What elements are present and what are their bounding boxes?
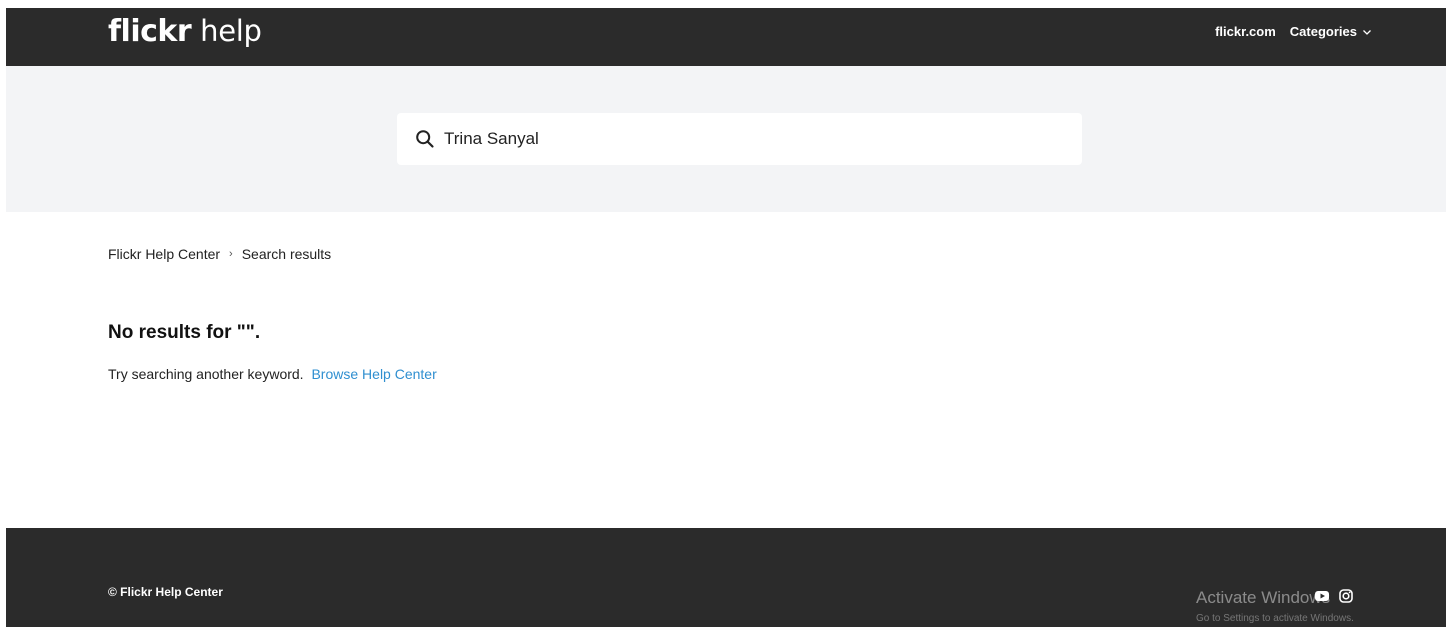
chevron-down-icon [1363, 29, 1371, 35]
youtube-icon[interactable] [1314, 588, 1330, 604]
logo-suffix: help [200, 14, 262, 48]
breadcrumb-current: Search results [241, 246, 332, 262]
results-message-line: Try searching another keyword. Browse He… [108, 366, 437, 382]
breadcrumb-home-link[interactable]: Flickr Help Center [108, 246, 220, 262]
flickr-com-link[interactable]: flickr.com [1215, 24, 1276, 39]
breadcrumb-separator: › [229, 248, 233, 260]
help-center-page: flickr help flickr.com Categories Flickr… [0, 0, 1454, 627]
search-section [6, 66, 1446, 212]
flickr-help-logo[interactable]: flickr help [108, 14, 262, 49]
footer-copyright: © Flickr Help Center [108, 585, 223, 599]
header-nav: flickr.com Categories [1215, 24, 1372, 39]
instagram-icon[interactable] [1338, 588, 1354, 604]
footer: © Flickr Help Center Activate Windows Go… [6, 528, 1446, 627]
top-header: flickr help flickr.com Categories [6, 8, 1446, 66]
activate-windows-subtitle: Go to Settings to activate Windows. [1196, 613, 1354, 624]
logo-brand: flickr [108, 14, 192, 49]
search-box[interactable] [397, 113, 1082, 165]
search-input[interactable] [444, 129, 1044, 149]
browse-help-center-link[interactable]: Browse Help Center [311, 366, 436, 382]
results-message: Try searching another keyword. [108, 366, 304, 382]
search-icon [416, 130, 434, 148]
breadcrumb: Flickr Help Center › Search results [108, 246, 331, 262]
results-heading: No results for "". [108, 322, 261, 343]
categories-dropdown[interactable]: Categories [1290, 24, 1372, 39]
categories-label: Categories [1289, 24, 1357, 39]
social-links [1306, 588, 1354, 604]
